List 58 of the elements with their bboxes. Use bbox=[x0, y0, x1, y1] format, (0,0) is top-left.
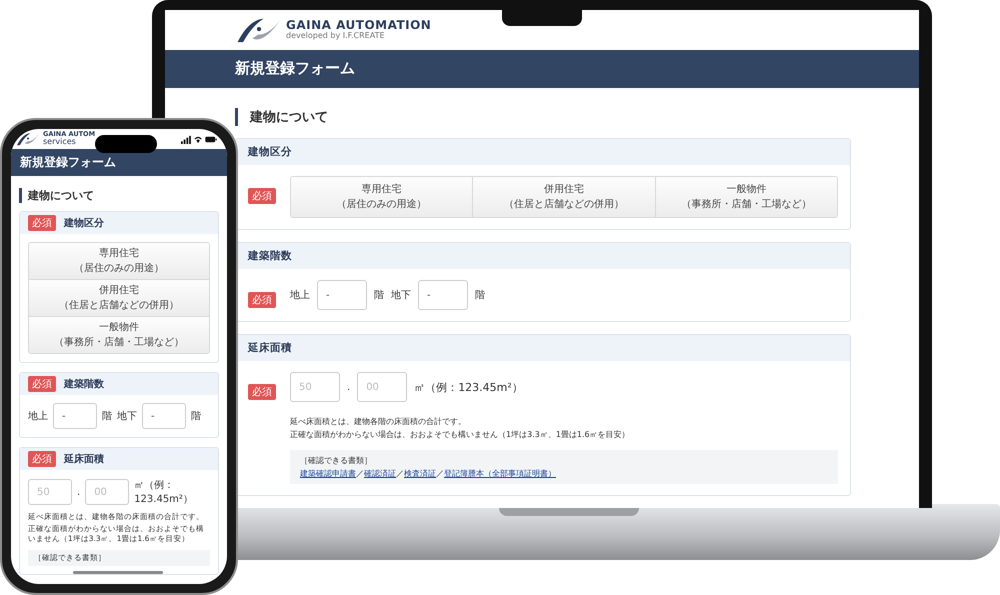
input-field[interactable]: - bbox=[142, 403, 186, 429]
unit-label: 階 bbox=[102, 410, 112, 423]
option-button[interactable]: 併用住宅 （住居と店舗などの併用） bbox=[472, 177, 655, 217]
logo-name: GAINA AUTOMATION bbox=[286, 18, 432, 32]
input-label: 地上 bbox=[290, 288, 310, 302]
required-badge: 必須 bbox=[28, 451, 56, 467]
option-button[interactable]: 一般物件 （事務所・店舗・工場など） bbox=[29, 316, 209, 353]
link-separator: ／ bbox=[436, 468, 444, 479]
document-link[interactable]: 検査済証 bbox=[404, 468, 436, 479]
required-badge: 必須 bbox=[248, 292, 276, 308]
field-label: 建築階数 bbox=[64, 378, 104, 391]
input-field[interactable]: - bbox=[53, 403, 97, 429]
logo-tagline: developed by I.F.CREATE bbox=[286, 32, 386, 41]
field-label: 延床面積 bbox=[64, 452, 104, 466]
status-icons bbox=[181, 134, 217, 144]
help-text: 延べ床面積とは、建物各階の床面積の合計です。 bbox=[290, 416, 467, 427]
required-badge: 必須 bbox=[248, 384, 276, 400]
help-text: 正確な面積がわからない場合は、おおよそでも構いません（1坪は3.3㎡、1畳は1.6㎡を目安） bbox=[290, 429, 631, 440]
input-field[interactable]: 50 bbox=[290, 372, 340, 402]
unit-label: 階 bbox=[374, 288, 384, 302]
form-title: 新規登録フォーム bbox=[235, 59, 355, 78]
input-field[interactable]: 50 bbox=[28, 479, 72, 505]
logo-icon bbox=[16, 131, 40, 148]
input-label: 地上 bbox=[28, 410, 48, 423]
dynamic-island bbox=[95, 135, 157, 153]
input-field[interactable]: 00 bbox=[357, 372, 408, 402]
section-title: 建物について bbox=[19, 188, 219, 203]
field-label: 建物区分 bbox=[64, 216, 104, 230]
document-link[interactable]: 登記簿謄本（全部事項証明書） bbox=[444, 468, 556, 479]
section-title: 建物について bbox=[235, 108, 851, 126]
input-field[interactable]: - bbox=[317, 280, 367, 310]
document-link[interactable]: 確認済証 bbox=[364, 468, 396, 479]
required-badge: 必須 bbox=[248, 188, 276, 204]
document-link[interactable]: 建築確認申請書 bbox=[300, 468, 356, 479]
field-label: 延床面積 bbox=[248, 341, 292, 355]
unit-label: ㎡（例：123.45m²） bbox=[414, 380, 523, 394]
decimal-point: . bbox=[347, 382, 350, 392]
input-label: 地下 bbox=[117, 410, 137, 423]
input-field[interactable]: - bbox=[418, 280, 468, 310]
unit-label: 階 bbox=[475, 288, 485, 302]
option-button[interactable]: 一般物件 （事務所・店舗・工場など） bbox=[654, 177, 837, 217]
required-badge: 必須 bbox=[28, 215, 56, 231]
field-label: 建物区分 bbox=[248, 145, 292, 159]
option-button[interactable]: 専用住宅 （居住のみの用途） bbox=[291, 177, 472, 217]
unit-label: 階 bbox=[191, 410, 201, 423]
logo-tagline: services bbox=[43, 138, 77, 148]
option-button[interactable]: 併用住宅 （住居と店舗などの併用） bbox=[29, 279, 209, 316]
decimal-point: . bbox=[77, 486, 80, 498]
unit-label: ㎡（例：123.45m²） bbox=[134, 479, 194, 506]
documents-heading: ［確認できる書類］ bbox=[300, 455, 373, 466]
input-field[interactable]: 00 bbox=[85, 479, 130, 505]
input-label: 地下 bbox=[391, 288, 411, 302]
form-title: 新規登録フォーム bbox=[20, 154, 116, 172]
field-label: 建築階数 bbox=[248, 249, 292, 263]
link-separator: ／ bbox=[356, 468, 364, 479]
option-button[interactable]: 専用住宅 （居住のみの用途） bbox=[29, 243, 209, 279]
link-separator: ／ bbox=[396, 468, 404, 479]
required-badge: 必須 bbox=[28, 376, 56, 392]
